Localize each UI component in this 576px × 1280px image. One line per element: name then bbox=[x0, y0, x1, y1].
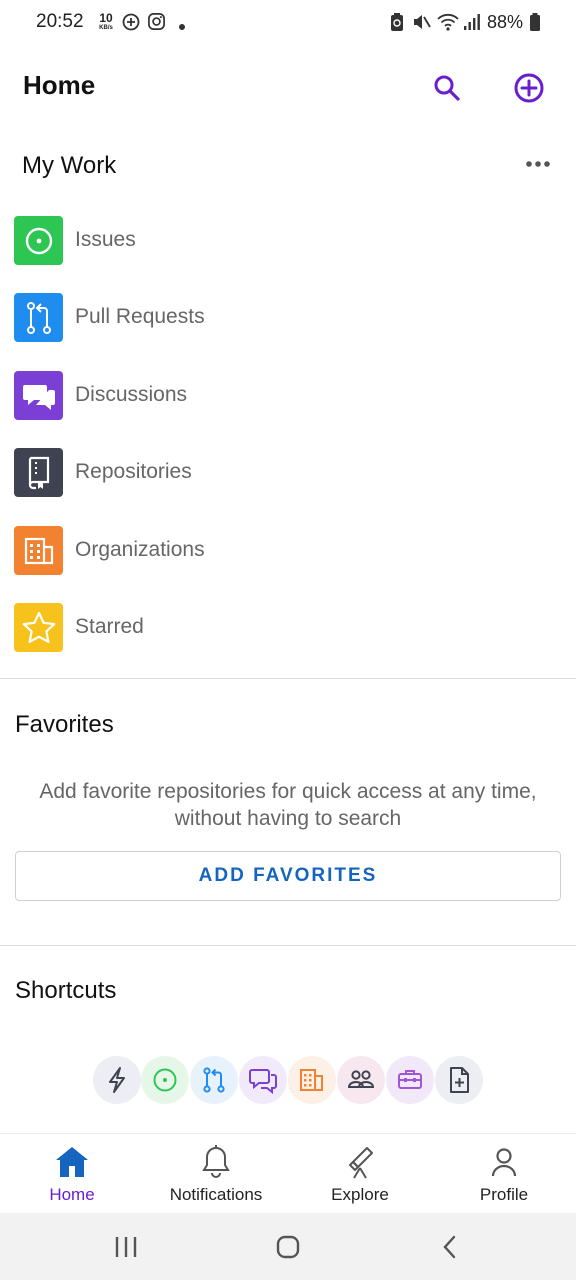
nav-home-label: Home bbox=[49, 1185, 95, 1204]
nav-profile[interactable]: Profile bbox=[432, 1134, 576, 1214]
network-speed-unit: KB/s bbox=[99, 25, 113, 31]
recent-apps-icon bbox=[115, 1237, 137, 1257]
my-work-item-label: Issues bbox=[75, 228, 136, 251]
my-work-item-label: Repositories bbox=[75, 460, 192, 483]
chat-bubble-icon bbox=[121, 12, 141, 37]
repository-icon bbox=[14, 448, 63, 497]
bell-icon bbox=[144, 1144, 288, 1180]
favorites-description-line: Add favorite repositories for quick acce… bbox=[39, 780, 537, 803]
network-speed: 10 KB/s bbox=[94, 12, 118, 31]
favorites-title: Favorites bbox=[15, 711, 114, 738]
my-work-more-button[interactable] bbox=[518, 150, 558, 178]
bottom-navigation: Home Notifications Explore Profile bbox=[0, 1133, 576, 1213]
nav-explore[interactable]: Explore bbox=[288, 1134, 432, 1214]
discussions-icon bbox=[14, 371, 63, 420]
instagram-icon bbox=[147, 12, 166, 36]
back-chevron-icon bbox=[443, 1235, 456, 1259]
issue-opened-icon bbox=[14, 216, 63, 265]
briefcase-icon bbox=[398, 1070, 422, 1089]
my-work-item-repositories[interactable]: Repositories bbox=[0, 440, 576, 506]
signal-icon bbox=[462, 12, 482, 37]
plus-circle-icon bbox=[514, 73, 544, 103]
pull-request-icon bbox=[14, 293, 63, 342]
home-icon bbox=[0, 1144, 144, 1180]
battery-percent: 88% bbox=[487, 12, 524, 32]
home-circle-icon bbox=[276, 1235, 300, 1259]
organization-icon bbox=[14, 526, 63, 575]
person-icon bbox=[432, 1144, 576, 1180]
shortcut-new-file[interactable] bbox=[435, 1056, 483, 1104]
favorites-description-line: without having to search bbox=[174, 807, 402, 830]
mute-icon bbox=[411, 12, 431, 37]
divider bbox=[0, 945, 576, 946]
app-header: Home bbox=[0, 50, 576, 126]
search-button[interactable] bbox=[425, 66, 469, 110]
network-speed-value: 10 bbox=[99, 11, 113, 25]
shortcuts-title: Shortcuts bbox=[15, 977, 117, 1004]
shortcut-issues[interactable] bbox=[141, 1056, 189, 1104]
my-work-item-label: Discussions bbox=[75, 383, 188, 406]
page-title: Home bbox=[23, 70, 96, 100]
favorites-description: Add favorite repositories for quick acce… bbox=[0, 778, 576, 832]
home-system-button[interactable] bbox=[258, 1227, 318, 1267]
telescope-icon bbox=[288, 1144, 432, 1180]
shortcut-organizations[interactable] bbox=[288, 1056, 336, 1104]
nav-profile-label: Profile bbox=[479, 1185, 529, 1204]
my-work-item-discussions[interactable]: Discussions bbox=[0, 363, 576, 429]
nav-notifications[interactable]: Notifications bbox=[144, 1134, 288, 1214]
shortcut-discussions[interactable] bbox=[239, 1056, 287, 1104]
issue-opened-icon bbox=[153, 1068, 177, 1092]
my-work-title: My Work bbox=[22, 152, 117, 179]
search-icon bbox=[434, 75, 460, 101]
divider bbox=[0, 678, 576, 679]
shortcut-people[interactable] bbox=[337, 1056, 385, 1104]
my-work-item-label: Organizations bbox=[75, 538, 205, 561]
my-work-item-pull-requests[interactable]: Pull Requests bbox=[0, 285, 576, 351]
my-work-item-label: Starred bbox=[75, 615, 144, 638]
my-work-item-issues[interactable]: Issues bbox=[0, 208, 576, 274]
people-icon bbox=[347, 1070, 375, 1088]
discussions-icon bbox=[249, 1069, 277, 1094]
my-work-item-starred[interactable]: Starred bbox=[0, 595, 576, 661]
wifi-icon bbox=[436, 12, 460, 37]
status-time: 20:52 bbox=[36, 11, 84, 32]
create-button[interactable] bbox=[507, 66, 551, 110]
add-favorites-button[interactable]: ADD FAVORITES bbox=[15, 851, 561, 901]
pull-request-icon bbox=[203, 1067, 225, 1093]
my-work-item-label: Pull Requests bbox=[75, 305, 205, 328]
shortcut-lightning[interactable] bbox=[93, 1056, 141, 1104]
file-add-icon bbox=[450, 1067, 469, 1093]
lightning-icon bbox=[109, 1067, 125, 1093]
battery-icon bbox=[529, 12, 541, 37]
status-bar: 20:52 10 KB/s 88% bbox=[0, 0, 576, 46]
shortcut-pull-requests[interactable] bbox=[190, 1056, 238, 1104]
star-icon bbox=[14, 603, 63, 652]
more-horizontal-icon bbox=[526, 161, 550, 167]
dot-icon bbox=[178, 18, 186, 36]
system-navigation-bar bbox=[0, 1213, 576, 1280]
shortcut-briefcase[interactable] bbox=[386, 1056, 434, 1104]
back-button[interactable] bbox=[420, 1227, 480, 1267]
nav-notifications-label: Notifications bbox=[169, 1185, 263, 1204]
battery-saver-icon bbox=[390, 12, 404, 37]
nav-explore-label: Explore bbox=[331, 1185, 389, 1204]
organization-icon bbox=[300, 1069, 323, 1091]
nav-home[interactable]: Home bbox=[0, 1134, 144, 1214]
my-work-item-organizations[interactable]: Organizations bbox=[0, 518, 576, 584]
recent-apps-button[interactable] bbox=[96, 1227, 156, 1267]
